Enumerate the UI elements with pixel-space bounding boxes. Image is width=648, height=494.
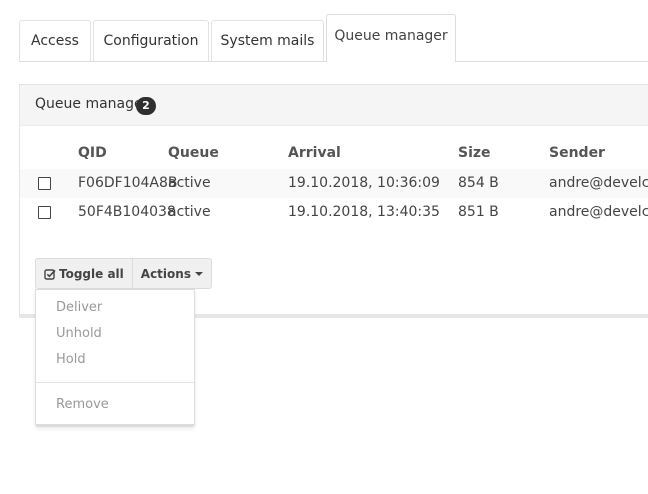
queue-count-badge: 2 <box>136 97 156 115</box>
row-checkbox[interactable] <box>38 206 51 219</box>
menu-item-remove[interactable]: Remove <box>56 397 109 412</box>
caret-down-icon <box>194 271 203 276</box>
column-header-queue[interactable]: Queue <box>168 145 219 161</box>
column-header-arrival[interactable]: Arrival <box>288 145 341 161</box>
table-row[interactable]: F06DF104A8B active 19.10.2018, 10:36:09 … <box>20 169 648 198</box>
column-header-sender[interactable]: Sender <box>549 145 605 161</box>
cell-sender: andre@develcow <box>549 175 648 191</box>
cell-qid: F06DF104A8B <box>78 175 178 191</box>
panel-title: Queue manager <box>35 96 149 112</box>
menu-item-deliver[interactable]: Deliver <box>56 300 102 315</box>
menu-divider <box>36 382 194 383</box>
toggle-all-button[interactable]: Toggle all <box>36 259 132 288</box>
panel-header: Queue manager 2 <box>20 85 648 126</box>
menu-item-hold[interactable]: Hold <box>56 352 86 367</box>
tab-configuration[interactable]: Configuration <box>93 20 209 61</box>
cell-queue: active <box>168 204 211 220</box>
actions-label: Actions <box>140 266 191 281</box>
cell-queue: active <box>168 175 211 191</box>
queue-manager-panel: Queue manager 2 QID Queue Arrival Size S… <box>19 84 648 318</box>
tab-bar: Access Configuration System mails Queue … <box>0 0 648 62</box>
actions-dropdown-button[interactable]: Actions <box>131 259 211 288</box>
toggle-all-label: Toggle all <box>59 266 124 281</box>
cell-arrival: 19.10.2018, 10:36:09 <box>288 175 440 191</box>
actions-dropdown-menu: Deliver Unhold Hold Remove <box>35 289 195 427</box>
tab-queue-manager[interactable]: Queue manager <box>326 14 456 62</box>
cell-sender: andre@develcow <box>549 204 648 220</box>
cell-size: 851 B <box>458 204 499 220</box>
column-header-size[interactable]: Size <box>458 145 491 161</box>
menu-item-unhold[interactable]: Unhold <box>56 326 102 341</box>
bulk-action-group: Toggle all Actions <box>35 258 212 289</box>
row-checkbox[interactable] <box>38 177 51 190</box>
cell-qid: 50F4B104038 <box>78 204 176 220</box>
tab-access[interactable]: Access <box>19 20 91 61</box>
cell-arrival: 19.10.2018, 13:40:35 <box>288 204 440 220</box>
table-row[interactable]: 50F4B104038 active 19.10.2018, 13:40:35 … <box>20 198 648 227</box>
page: Access Configuration System mails Queue … <box>0 0 648 494</box>
tab-system-mails[interactable]: System mails <box>211 20 324 61</box>
column-header-qid[interactable]: QID <box>78 145 107 161</box>
cell-size: 854 B <box>458 175 499 191</box>
check-square-icon <box>44 268 56 280</box>
